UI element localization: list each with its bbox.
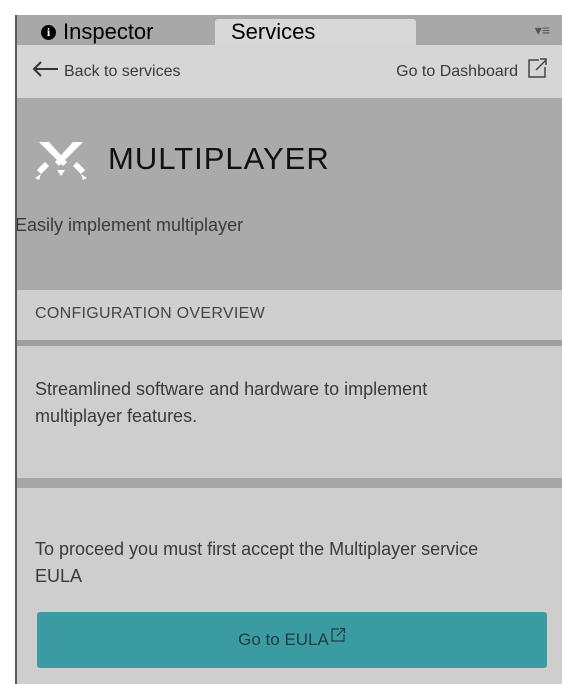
page-title: MULTIPLAYER: [108, 141, 330, 176]
tab-inspector-label: Inspector: [63, 19, 154, 44]
service-header: MULTIPLAYER Easily implement multiplayer: [15, 98, 562, 290]
window-border: [15, 15, 17, 684]
tab-menu-icon[interactable]: ▾≡: [532, 23, 550, 37]
overview-panel: Streamlined software and hardware to imp…: [15, 346, 562, 478]
tab-services[interactable]: Services: [215, 19, 416, 45]
info-icon: i: [41, 25, 56, 40]
overview-description: Streamlined software and hardware to imp…: [35, 379, 428, 426]
top-nav: Back to services Go to Dashboard: [15, 45, 562, 98]
tab-bar: i Inspector Services ▾≡: [15, 15, 562, 45]
multiplayer-icon: [35, 142, 87, 180]
configuration-overview-heading: CONFIGURATION OVERVIEW: [15, 290, 562, 340]
tab-inspector[interactable]: i Inspector: [27, 19, 227, 45]
external-link-icon[interactable]: [526, 57, 548, 79]
back-to-services-link[interactable]: Back to services: [64, 61, 180, 83]
eula-panel: To proceed you must first accept the Mul…: [15, 488, 562, 684]
divider: [15, 478, 562, 488]
services-window: i Inspector Services ▾≡ Back to services …: [15, 15, 562, 684]
section-heading-label: CONFIGURATION OVERVIEW: [35, 305, 266, 322]
back-arrow-icon[interactable]: [31, 60, 59, 78]
go-to-dashboard-link[interactable]: Go to Dashboard: [396, 61, 518, 83]
tab-services-label: Services: [231, 19, 316, 44]
page-subtitle: Easily implement multiplayer: [15, 215, 244, 235]
go-to-eula-button[interactable]: Go to EULA: [37, 612, 547, 668]
go-to-eula-label: Go to EULA: [238, 630, 329, 649]
external-link-icon: [331, 627, 345, 642]
eula-notice: To proceed you must first accept the Mul…: [35, 539, 479, 586]
